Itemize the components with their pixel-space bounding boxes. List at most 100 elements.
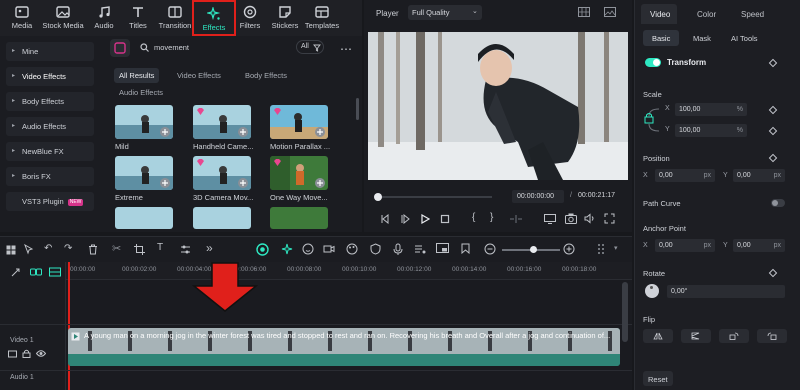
shield-protect-icon[interactable] (370, 243, 381, 255)
previous-frame-icon[interactable] (380, 214, 390, 224)
mark-out-icon[interactable]: } (490, 212, 493, 223)
category-newblue-fx[interactable]: ▸ NewBlue FX (6, 142, 94, 161)
scale-x-field[interactable]: 100,00 % (675, 103, 747, 116)
cut-scissors-icon[interactable]: ✂ (112, 242, 121, 255)
video-clip[interactable]: A young man on a morning jog in the wint… (68, 328, 620, 366)
zoom-slider-handle[interactable] (530, 246, 537, 253)
effect-thumb-3d-camera-movement[interactable] (193, 156, 251, 190)
category-body-effects[interactable]: ▸ Body Effects (6, 92, 94, 111)
category-vst3-plugin[interactable]: VST3 Plugin NEW (6, 192, 94, 211)
tab-speed[interactable]: Speed (741, 10, 764, 19)
text-tool-icon[interactable]: T (157, 242, 163, 253)
rotate-left-button[interactable] (719, 329, 749, 343)
microphone-icon[interactable] (393, 243, 403, 255)
adjust-sliders-icon[interactable] (180, 244, 191, 255)
fullscreen-icon[interactable] (604, 213, 615, 224)
play-range-icon[interactable] (400, 214, 410, 224)
scale-y-field[interactable]: 100,00 % (675, 124, 747, 137)
effect-thumb-mild[interactable] (115, 105, 173, 139)
add-track-icon[interactable] (10, 267, 21, 278)
camera-snapshot-icon[interactable] (565, 213, 577, 224)
playback-progress-track[interactable] (376, 196, 492, 198)
color-palette-icon[interactable] (346, 243, 358, 255)
toolbar-item-titles[interactable]: Titles (118, 0, 158, 36)
position-y-field[interactable]: 0,00 px (733, 169, 785, 182)
sticker-tool-icon[interactable] (302, 243, 314, 255)
effect-thumb-row3-1[interactable] (115, 207, 173, 229)
reset-button[interactable]: Reset (643, 371, 673, 386)
delete-trash-icon[interactable] (88, 244, 98, 255)
redo-icon[interactable]: ↷ (64, 243, 72, 254)
toolbar-item-stickers[interactable]: Stickers (265, 0, 305, 36)
category-mine[interactable]: ▸ Mine (6, 42, 94, 61)
path-curve-toggle[interactable] (771, 199, 785, 207)
toolbar-item-stock-media[interactable]: Stock Media (40, 0, 86, 36)
keyframe-diamond-icon[interactable] (768, 153, 778, 163)
toolbar-item-templates[interactable]: Templates (302, 0, 342, 36)
tab-body-effects[interactable]: Body Effects (245, 71, 287, 80)
more-options-icon[interactable]: ⋯ (340, 42, 352, 56)
flip-vertical-button[interactable] (681, 329, 711, 343)
mark-in-icon[interactable]: { (472, 212, 475, 223)
tab-video[interactable]: Video (641, 4, 677, 24)
keyframe-diamond-icon[interactable] (768, 58, 778, 68)
video-preview[interactable] (368, 32, 628, 180)
filter-dropdown[interactable]: All (296, 40, 324, 54)
rotate-field[interactable]: 0,00° (667, 285, 785, 298)
dropdown-caret-icon[interactable]: ▾ (614, 244, 618, 252)
picture-in-picture-icon[interactable] (436, 243, 449, 255)
display-monitor-icon[interactable] (544, 214, 556, 224)
play-icon[interactable] (420, 214, 430, 224)
split-marker-icon[interactable] (509, 214, 523, 224)
keyframe-diamond-icon[interactable] (768, 126, 778, 136)
track-lock-icon[interactable] (22, 349, 31, 358)
effect-thumb-handheld-camera[interactable] (193, 105, 251, 139)
timeline-vertical-scrollbar[interactable] (622, 282, 628, 342)
effect-thumb-row3-2[interactable] (193, 207, 251, 229)
keyframe-diamond-icon[interactable] (768, 105, 778, 115)
link-lock-icon[interactable] (643, 106, 661, 134)
flip-horizontal-button[interactable] (643, 329, 673, 343)
more-tools-icon[interactable]: » (206, 241, 213, 255)
effect-thumb-one-way-movement[interactable] (270, 156, 328, 190)
ai-smart-icon[interactable] (256, 243, 269, 256)
subtab-basic[interactable]: Basic (643, 30, 679, 46)
toolbar-item-filters[interactable]: Filters (230, 0, 270, 36)
effect-thumb-motion-parallax[interactable] (270, 105, 328, 139)
link-clips-icon[interactable] (30, 267, 42, 277)
select-pointer-icon[interactable] (24, 244, 35, 255)
subtab-ai-tools[interactable]: AI Tools (731, 34, 758, 43)
tab-all-results[interactable]: All Results (114, 68, 160, 83)
zoom-in-icon[interactable] (563, 243, 575, 255)
track-eye-icon[interactable] (36, 349, 46, 358)
tab-video-effects[interactable]: Video Effects (177, 71, 221, 80)
toolbar-item-media[interactable]: Media (2, 0, 42, 36)
search-input[interactable]: movement (154, 43, 189, 52)
anchor-x-field[interactable]: 0,00 px (655, 239, 715, 252)
magnet-snap-icon[interactable] (49, 267, 61, 277)
undo-icon[interactable]: ↶ (44, 243, 52, 254)
anchor-y-field[interactable]: 0,00 px (733, 239, 785, 252)
audio-volume-icon[interactable] (584, 213, 595, 224)
position-x-field[interactable]: 0,00 px (655, 169, 715, 182)
grip-dots-icon[interactable] (596, 243, 606, 255)
toolbar-item-transition[interactable]: Transition (155, 0, 195, 36)
tab-audio-effects[interactable]: Audio Effects (119, 88, 163, 97)
voiceover-list-icon[interactable] (414, 243, 426, 255)
category-audio-effects[interactable]: ▸ Audio Effects (6, 117, 94, 136)
rotate-dial[interactable] (645, 284, 659, 298)
camera-record-icon[interactable] (323, 243, 335, 255)
effect-thumb-extreme[interactable] (115, 156, 173, 190)
category-video-effects[interactable]: ▸ Video Effects (6, 67, 94, 86)
effect-thumb-row3-3[interactable] (270, 207, 328, 229)
transform-toggle[interactable] (645, 58, 661, 67)
playhead-handle[interactable] (374, 193, 382, 201)
current-time-field[interactable]: 00:00:00:00 (512, 190, 564, 203)
subtab-mask[interactable]: Mask (693, 34, 711, 43)
zoom-out-icon[interactable] (484, 243, 496, 255)
keyframe-diamond-icon[interactable] (768, 268, 778, 278)
crop-icon[interactable] (134, 244, 145, 255)
layout-grid-icon[interactable] (6, 245, 16, 255)
snapshot-image-icon[interactable] (604, 7, 616, 17)
stop-icon[interactable] (440, 214, 450, 224)
